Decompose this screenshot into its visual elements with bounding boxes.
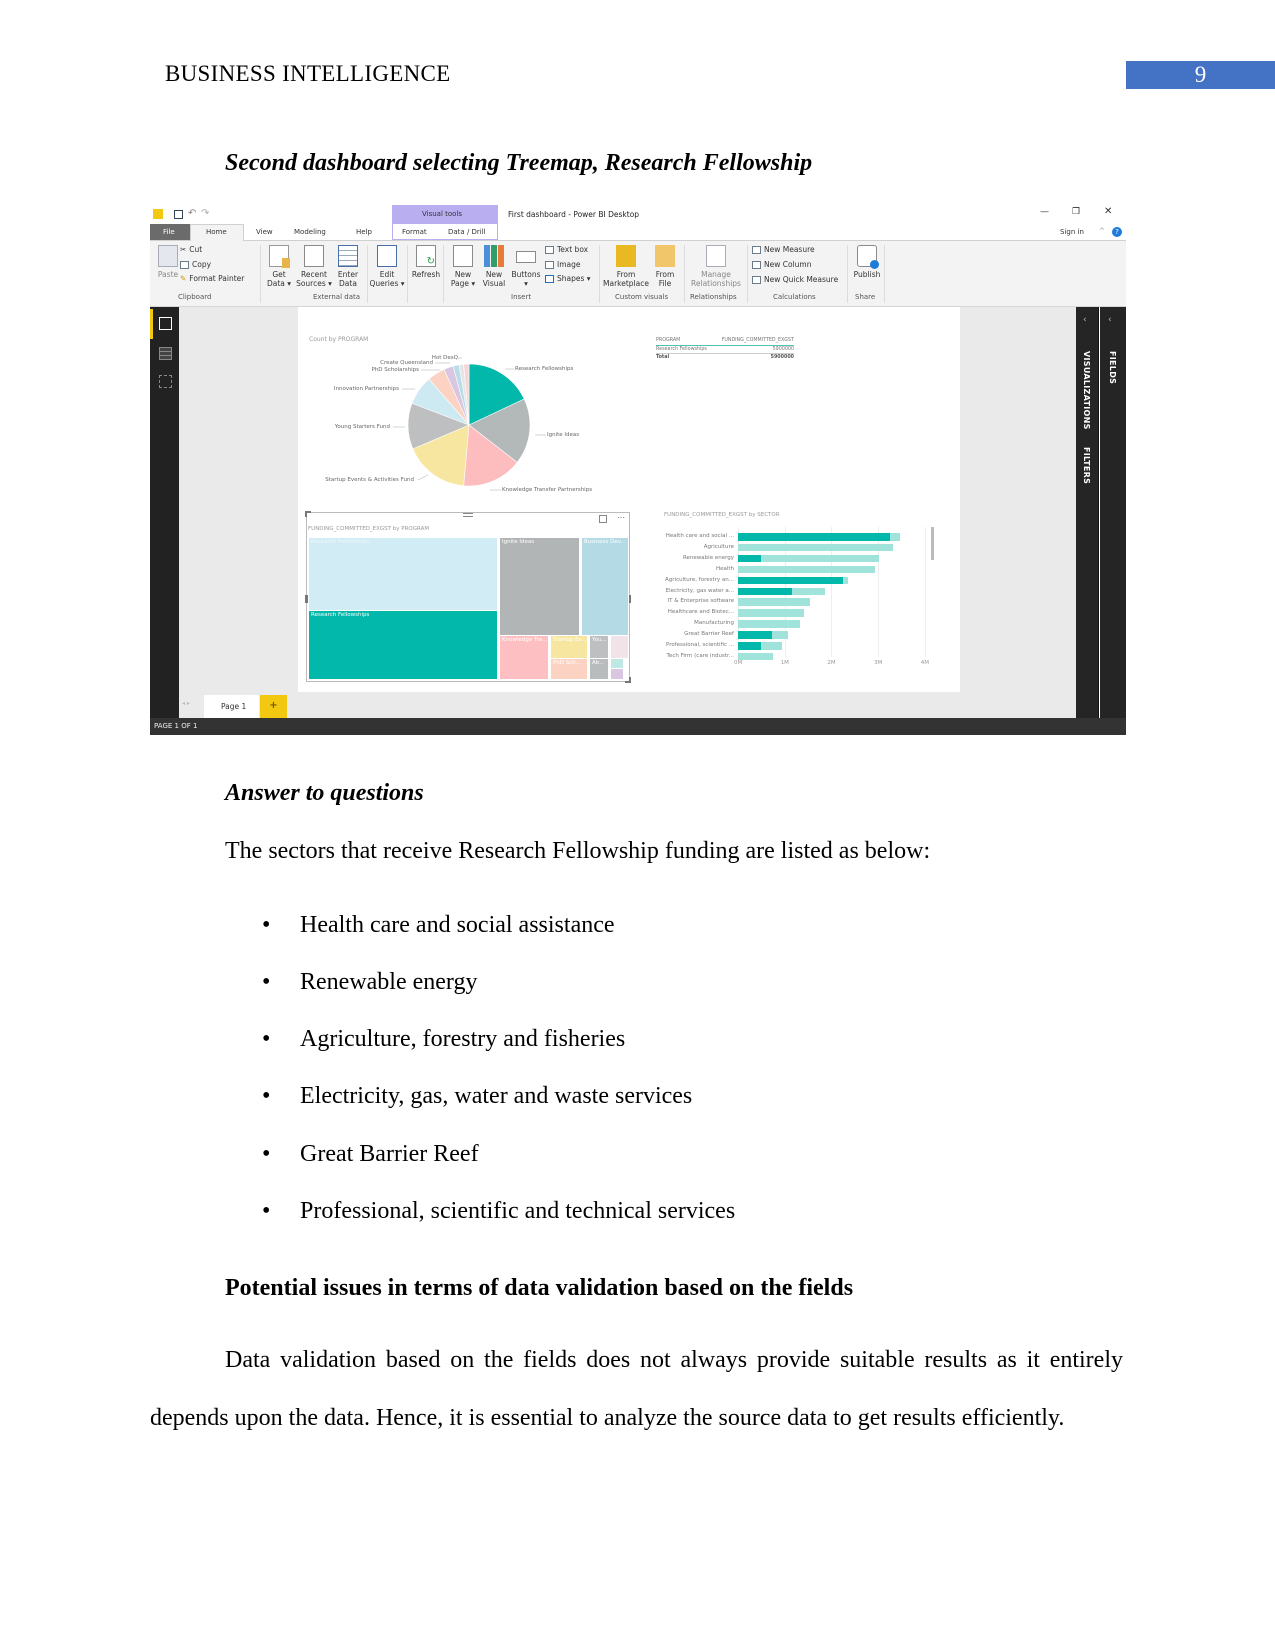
- filters-pane-tab[interactable]: FILTERS: [1082, 447, 1091, 484]
- y-category-label: Electricity, gas water a...: [665, 587, 734, 594]
- bullet-icon: •: [262, 1026, 271, 1052]
- list-item-text: Health care and social assistance: [300, 912, 615, 938]
- bullet-icon: •: [262, 912, 271, 938]
- bar[interactable]: [738, 543, 894, 552]
- issues-paragraph-line1: Data validation based on the fields does…: [225, 1347, 1123, 1373]
- bar-chart-scrollbar[interactable]: [931, 527, 934, 560]
- list-item-text: Renewable energy: [300, 969, 478, 995]
- page-number: 9: [1126, 61, 1275, 89]
- bullet-icon: •: [262, 1083, 271, 1109]
- y-category-label: Agriculture, forestry an...: [665, 576, 734, 583]
- bar[interactable]: [738, 576, 843, 585]
- issues-heading: Potential issues in terms of data valida…: [225, 1275, 854, 1301]
- bar[interactable]: [738, 652, 774, 661]
- bullet-icon: •: [262, 1141, 271, 1167]
- y-category-label: Health: [715, 565, 734, 572]
- bullet-icon: •: [262, 969, 271, 995]
- answer-intro: The sectors that receive Research Fellow…: [225, 838, 931, 864]
- y-category-label: Agriculture: [703, 543, 734, 550]
- bar[interactable]: [738, 631, 772, 639]
- status-bar: PAGE 1 OF 1: [150, 718, 1126, 735]
- bar[interactable]: [738, 587, 792, 595]
- list-item-text: Great Barrier Reef: [300, 1141, 479, 1167]
- visualizations-pane-tab[interactable]: VISUALIZATIONS: [1082, 351, 1091, 430]
- fields-pane-tab[interactable]: FIELDS: [1108, 351, 1117, 384]
- bar-chart[interactable]: 0M 1M 2M 3M 4M Health care and social ... Agri…: [150, 205, 1126, 735]
- bullet-icon: •: [262, 1198, 271, 1224]
- x-tick-label: 4M: [920, 660, 930, 666]
- figure-caption: Second dashboard selecting Treemap, Rese…: [225, 150, 813, 176]
- x-tick-label: 3M: [874, 660, 883, 666]
- page-count-status: PAGE 1 OF 1: [154, 722, 198, 730]
- bar[interactable]: [738, 565, 875, 574]
- running-header: BUSINESS INTELLIGENCE: [165, 61, 451, 86]
- y-category-label: Great Barrier Reef: [684, 631, 734, 638]
- list-item-text: Electricity, gas, water and waste servic…: [300, 1083, 693, 1109]
- bar[interactable]: [738, 533, 891, 541]
- page-tab-label[interactable]: Page 1: [221, 702, 246, 711]
- y-category-label: IT & Enterprise software: [667, 598, 734, 605]
- bar[interactable]: [738, 620, 800, 628]
- x-tick-label: 1M: [780, 660, 789, 666]
- expand-pane-icon[interactable]: ‹: [1108, 315, 1112, 325]
- bar[interactable]: [738, 642, 761, 650]
- y-category-label: Manufacturing: [694, 620, 734, 627]
- y-category-label: Renewable energy: [682, 554, 734, 561]
- y-category-label: Tech Firm (care industr...: [666, 652, 734, 659]
- y-category-label: Health care and social ...: [665, 533, 734, 539]
- list-item-text: Agriculture, forestry and fisheries: [300, 1026, 626, 1052]
- x-tick-label: 2M: [827, 660, 836, 666]
- visualizations-filters-pane[interactable]: ‹ VISUALIZATIONS FILTERS: [1076, 307, 1099, 718]
- list-item-text: Professional, scientific and technical s…: [300, 1198, 736, 1224]
- powerbi-screenshot: ↶ ↷ Visual tools First dashboard - Power…: [150, 205, 1126, 735]
- page-tabs-bar: ◂ ▸ Page 1 +: [179, 692, 1076, 718]
- bar[interactable]: [738, 598, 810, 606]
- bar[interactable]: [738, 609, 804, 617]
- x-tick-label: 0M: [734, 660, 743, 666]
- add-page-button[interactable]: +: [260, 695, 287, 718]
- issues-paragraph-line2: depends upon the data. Hence, it is esse…: [150, 1405, 1065, 1431]
- y-category-label: Healthcare and Biotec...: [667, 609, 734, 616]
- grid-line: [924, 527, 926, 657]
- bar[interactable]: [738, 554, 761, 563]
- page-scroll-arrows[interactable]: ◂ ▸: [182, 700, 190, 707]
- y-category-label: Professional, scientific ...: [665, 642, 734, 648]
- expand-pane-icon[interactable]: ‹: [1083, 315, 1087, 325]
- answer-heading: Answer to questions: [225, 780, 424, 806]
- fields-pane[interactable]: ‹ FIELDS: [1100, 307, 1126, 718]
